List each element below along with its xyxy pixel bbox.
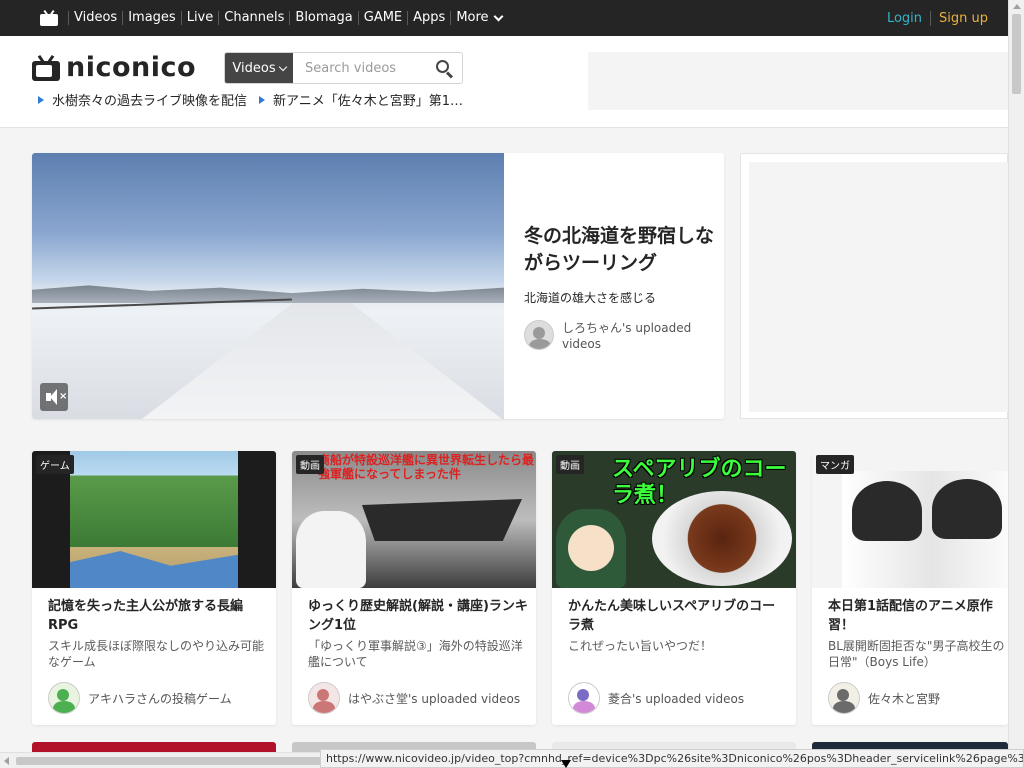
featured-video-title[interactable]: 冬の北海道を野宿しながらツーリング [524,223,714,277]
nav-blomaga[interactable]: Blomaga [289,11,357,25]
card-description: BL展開断固拒否な"男子高校生の日常"（Boys Life） [828,639,1005,669]
chevron-down-icon [493,11,504,21]
category-tag: 動画 [296,455,324,474]
featured-video-uploader[interactable]: しろちゃん's uploaded videos [524,320,714,352]
uploader-name: 佐々木と宮野 [868,691,941,706]
card-uploader[interactable]: アキハラさんの投稿ゲーム [48,682,232,714]
search-box: Videos [224,52,463,84]
scroll-left-arrow-icon[interactable] [4,757,9,765]
featured-video-card[interactable]: × 冬の北海道を野宿しながらツーリング 北海道の雄大さを感じる しろちゃん's … [32,153,724,419]
nav-channels[interactable]: Channels [218,11,289,25]
avatar [48,682,80,714]
news-ticker: 水樹奈々の過去ライブ映像を配信 新アニメ「佐々木と宮野」第1… [38,90,475,109]
side-ad-banner[interactable] [740,153,1009,419]
thumbnail-banner-text: 商船が特設巡洋艦に異世界転生したら最強軍艦になってしまった件 [318,453,535,481]
category-tag: ゲーム [36,455,74,474]
thumbnail-banner-text: スペアリブのコーラ煮！ [612,457,787,508]
header-ad-banner[interactable] [588,52,1008,110]
card-thumbnail[interactable]: スペアリブのコーラ煮！ 動画 [552,451,796,588]
mouse-cursor-icon [561,760,571,768]
card-uploader[interactable]: はやぶさ堂's uploaded videos [308,682,520,714]
nav-game[interactable]: GAME [357,11,407,25]
featured-video-info: 冬の北海道を野宿しながらツーリング 北海道の雄大さを感じる しろちゃん's up… [524,223,714,352]
scroll-up-arrow-icon[interactable] [1013,4,1021,9]
card-title[interactable]: 記憶を失った主人公が旅する長編RPG [48,597,268,635]
search-input[interactable] [293,53,433,83]
uploader-name: はやぶさ堂's uploaded videos [348,691,521,706]
card-thumbnail[interactable]: ゲーム [32,451,276,588]
news-item[interactable]: 水樹奈々の過去ライブ映像を配信 [38,90,247,109]
card-description: スキル成長ほぼ際限なしのやり込み可能なゲーム [48,639,265,669]
card-description: これぜったい旨いやつだ！ [568,639,713,653]
signup-link[interactable]: Sign up [931,11,988,26]
search-category-label: Videos [232,60,276,76]
chevron-down-icon [278,62,287,71]
uploader-name: しろちゃん's uploaded videos [562,321,692,351]
uploader-name: 菱合's uploaded videos [608,691,745,706]
featured-video-thumbnail[interactable]: × [32,153,504,419]
nav-videos[interactable]: Videos [68,11,122,25]
mute-icon[interactable]: × [40,383,68,411]
card-uploader[interactable]: 佐々木と宮野 [828,682,940,714]
card-uploader[interactable]: 菱合's uploaded videos [568,682,744,714]
card-title[interactable]: 本日第1話配信のアニメ原作習！ [828,597,1008,635]
category-tag: マンガ [816,455,854,474]
service-links: Videos Images Live Channels Blomaga GAME… [68,11,507,25]
auth-links: Login Sign up [887,0,988,36]
logo-tv-icon [32,54,60,81]
top-navigation-bar: Videos Images Live Channels Blomaga GAME… [0,0,1008,36]
content-card[interactable]: ゲーム 記憶を失った主人公が旅する長編RPG スキル成長ほぼ際限なしのやり込み可… [32,451,276,725]
card-thumbnail[interactable]: 商船が特設巡洋艦に異世界転生したら最強軍艦になってしまった件 動画 [292,451,536,588]
content-card[interactable]: 商船が特設巡洋艦に異世界転生したら最強軍艦になってしまった件 動画 ゆっくり歴史… [292,451,536,725]
news-item-text: 新アニメ「佐々木と宮野」第1… [273,94,464,109]
play-triangle-icon [259,95,266,104]
card-thumbnail[interactable]: マンガ [812,451,1008,588]
nav-more-button[interactable]: More [450,11,506,25]
login-link[interactable]: Login [887,10,932,26]
niconico-tv-icon[interactable] [40,9,58,26]
card-description: 「ゆっくり軍事解説③」海外の特設巡洋艦について [308,639,523,669]
site-header: niconico Videos 水樹奈々の過去ライブ映像を配信 新アニメ「佐々木… [0,36,1008,128]
featured-video-subtitle: 北海道の雄大さを感じる [524,291,657,305]
card-title[interactable]: ゆっくり歴史解説(解説・講座)ランキング1位 [308,597,528,635]
vertical-scrollbar[interactable] [1008,0,1024,768]
avatar [568,682,600,714]
search-icon[interactable] [436,60,454,79]
news-item[interactable]: 新アニメ「佐々木と宮野」第1… [259,90,463,109]
avatar [308,682,340,714]
search-category-dropdown[interactable]: Videos [225,53,293,83]
news-item-text: 水樹奈々の過去ライブ映像を配信 [52,94,248,109]
avatar [524,320,554,350]
avatar [828,682,860,714]
card-title[interactable]: かんたん美味しいスペアリブのコーラ煮 [568,597,788,635]
nav-apps[interactable]: Apps [407,11,450,25]
status-bar-url: https://www.nicovideo.jp/video_top?cmnhd… [320,749,1024,768]
niconico-logo[interactable]: niconico [32,52,196,83]
vertical-scroll-thumb[interactable] [1012,14,1021,94]
nav-live[interactable]: Live [180,11,219,25]
nav-more-label: More [456,10,489,25]
category-tag: 動画 [556,455,584,474]
content-card[interactable]: マンガ 本日第1話配信のアニメ原作習！ BL展開断固拒否な"男子高校生の日常"（… [812,451,1008,725]
logo-text: niconico [66,52,197,83]
nav-images[interactable]: Images [122,11,181,25]
play-triangle-icon [38,95,44,104]
content-card[interactable]: スペアリブのコーラ煮！ 動画 かんたん美味しいスペアリブのコーラ煮 これぜったい… [552,451,796,725]
uploader-name: アキハラさんの投稿ゲーム [88,691,232,706]
